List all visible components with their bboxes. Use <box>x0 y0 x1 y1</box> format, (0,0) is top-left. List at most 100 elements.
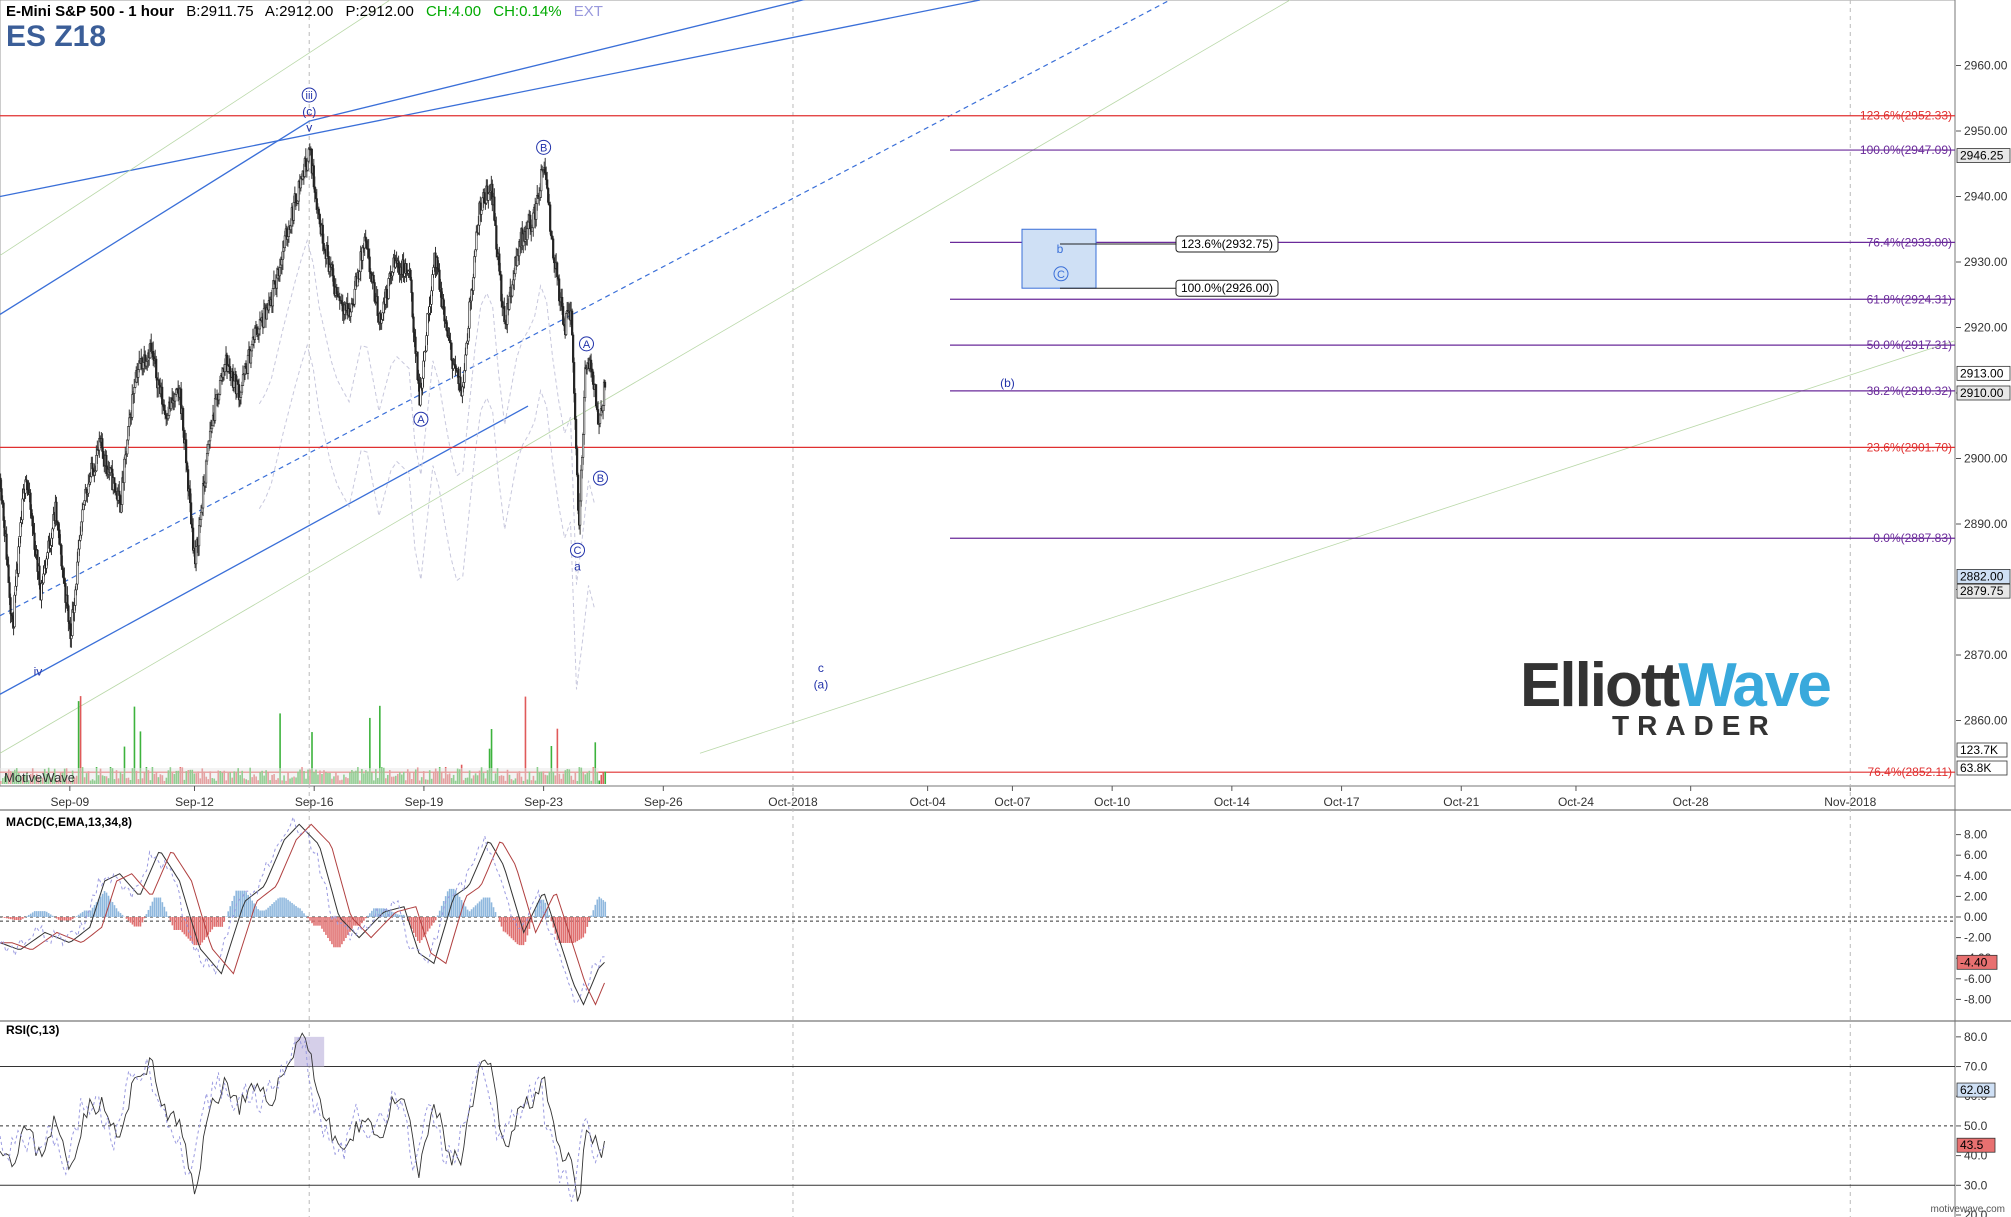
macd-histogram-bar <box>147 909 150 917</box>
macd-histogram-bar <box>11 917 14 920</box>
rsi-title: RSI(C,13) <box>6 1023 59 1037</box>
candle-body <box>532 212 535 229</box>
macd-histogram-bar <box>135 917 138 927</box>
macd-histogram-bar <box>17 917 20 921</box>
trend-line-upper <box>0 0 981 198</box>
chart-root: Sep-09 Sep-12 Sep-16 Sep-19 Sep-23 Sep-26 Oct-… <box>0 0 2011 1217</box>
macd-histogram-bar <box>578 917 581 940</box>
macd-histogram-bar <box>339 917 341 948</box>
candle-body <box>246 354 250 374</box>
wave-label: (a) <box>814 677 829 691</box>
macd-histogram-bar <box>394 913 397 917</box>
volume-bar <box>604 771 607 784</box>
macd-histogram-bar <box>209 917 212 933</box>
macd-histogram-bar <box>99 896 102 917</box>
ext-label: EXT <box>573 3 603 20</box>
candle-body <box>472 277 475 291</box>
volume-bar <box>602 772 605 784</box>
y-tick-label: 2960.00 <box>1964 59 2008 73</box>
wave-label: B <box>597 473 604 485</box>
macd-histogram-bar <box>103 891 106 917</box>
macd-histogram-bar <box>173 917 176 930</box>
macd-histogram-bar <box>592 910 595 917</box>
macd-histogram-bar <box>43 911 46 917</box>
macd-histogram-bar <box>167 916 170 917</box>
macd-histogram-bar <box>271 904 273 917</box>
macd-histogram-bar <box>367 915 369 917</box>
macd-histogram-bar <box>211 917 214 930</box>
candle-body <box>113 477 116 484</box>
macd-histogram-bar <box>305 915 307 917</box>
candle-body <box>185 439 188 464</box>
macd-histogram-bar <box>414 917 417 937</box>
y-tick-label: 2900.00 <box>1964 452 2008 466</box>
rsi-current-label: 43.5 <box>1960 1138 1984 1152</box>
macd-histogram-bar <box>321 917 323 929</box>
macd-histogram-bar <box>325 917 327 935</box>
macd-histogram-bar <box>488 897 491 917</box>
macd-histogram-bar <box>365 917 367 919</box>
fib-label: 123.6%(2952.33) <box>1860 109 1952 123</box>
macd-histogram-bar <box>289 901 291 917</box>
macd-histogram-bar <box>115 908 118 917</box>
macd-histogram-bar <box>187 917 190 939</box>
wave-label: iv <box>34 664 43 678</box>
macd-histogram-bar <box>335 917 337 948</box>
fib-label: 0.0%(2887.83) <box>1873 531 1952 545</box>
fib-label: 100.0%(2947.09) <box>1860 143 1952 157</box>
macd-histogram-bar <box>79 913 82 917</box>
candle-body <box>213 398 217 421</box>
macd-histogram-bar <box>67 917 70 921</box>
fib-label: 23.6%(2901.70) <box>1867 440 1952 454</box>
candle-body <box>596 409 600 425</box>
change-value: CH:4.00 <box>426 3 482 20</box>
macd-histogram-bar <box>237 890 239 917</box>
candle-body <box>574 393 577 420</box>
macd-y-tick-label: -8.00 <box>1964 992 1992 1006</box>
macd-histogram-bar <box>478 901 481 917</box>
x-tick-label: Sep-26 <box>644 795 683 809</box>
macd-histogram-bar <box>3 917 6 918</box>
macd-histogram-bar <box>371 910 373 917</box>
macd-histogram-bar <box>19 917 22 921</box>
macd-histogram-bar <box>111 902 114 917</box>
macd-histogram-bar <box>207 917 210 935</box>
rsi-y-tick-label: 70.0 <box>1964 1060 1988 1074</box>
macd-histogram-bar <box>329 917 331 942</box>
macd-histogram-bar <box>345 917 347 939</box>
macd-histogram-bar <box>129 917 132 923</box>
macd-histogram-bar <box>177 917 180 930</box>
wave-label: C <box>574 545 582 557</box>
macd-histogram-bar <box>139 917 142 927</box>
macd-histogram-bar <box>398 914 401 917</box>
price-tag-label: 2879.75 <box>1960 584 2004 598</box>
macd-histogram-bar <box>440 905 443 917</box>
macd-histogram-bar <box>221 917 224 927</box>
macd-histogram-bar <box>113 905 116 917</box>
chart-canvas[interactable]: Sep-09 Sep-12 Sep-16 Sep-19 Sep-23 Sep-26 Oct-… <box>0 0 2011 1217</box>
macd-histogram-bar <box>534 909 537 917</box>
macd-histogram-bar <box>359 917 361 926</box>
candle-body <box>480 209 483 215</box>
macd-histogram-bar <box>313 917 315 926</box>
macd-histogram-bar <box>31 912 34 917</box>
macd-histogram-bar <box>125 917 128 919</box>
macd-histogram-bar <box>73 917 76 918</box>
macd-y-tick-label: 0.00 <box>1964 910 1988 924</box>
macd-y-tick-label: 6.00 <box>1964 848 1988 862</box>
candle-body <box>55 501 58 522</box>
candle-body <box>575 419 578 449</box>
macd-histogram-bar <box>396 914 399 917</box>
macd-histogram-bar <box>532 915 535 917</box>
ask-value: A:2912.00 <box>264 3 334 20</box>
macd-histogram-bar <box>438 910 441 917</box>
macd-histogram-bar <box>548 915 551 917</box>
macd-histogram-bar <box>63 917 66 921</box>
macd-histogram-bar <box>301 910 303 917</box>
macd-histogram-bar <box>584 917 587 934</box>
macd-histogram-bar <box>385 908 387 917</box>
candle-body <box>449 339 452 344</box>
chart-title: E-Mini S&P 500 - 1 hour <box>6 3 175 20</box>
macd-histogram-bar <box>480 899 483 917</box>
bid-value: B:2911.75 <box>186 3 254 20</box>
